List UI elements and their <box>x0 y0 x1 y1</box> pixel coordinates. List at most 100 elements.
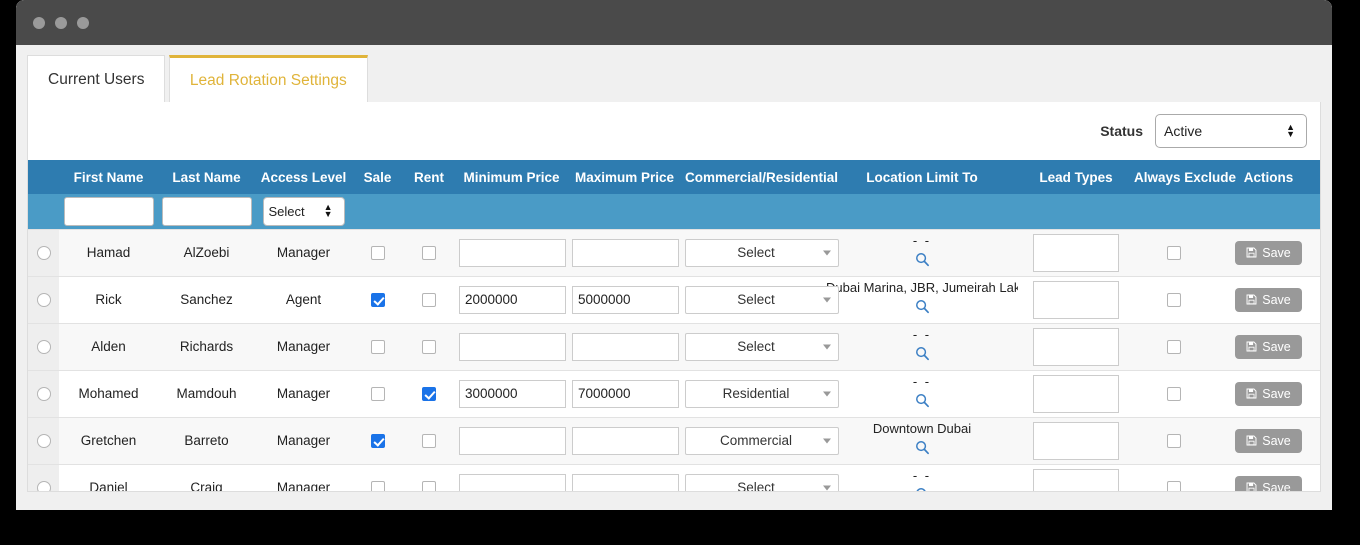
minimum-price-input[interactable] <box>459 332 566 361</box>
save-button[interactable]: Save <box>1235 334 1302 359</box>
cell-maximum-price <box>568 463 681 491</box>
row-select-radio[interactable] <box>36 293 51 308</box>
lead-types-input[interactable] <box>1033 421 1119 460</box>
status-label: Status <box>1100 123 1143 139</box>
row-select-radio[interactable] <box>36 434 51 449</box>
always-exclude-checkbox[interactable] <box>1166 246 1181 261</box>
minimum-price-input[interactable] <box>459 473 566 491</box>
location-limit-text: - - <box>912 468 932 484</box>
save-button[interactable]: Save <box>1235 475 1302 491</box>
commercial-residential-select[interactable]: Select <box>685 238 839 267</box>
cell-row-select <box>28 369 59 418</box>
first-name-text: Hamad <box>86 245 131 260</box>
sale-checkbox[interactable] <box>370 340 385 355</box>
minimize-dot[interactable] <box>55 16 67 29</box>
row-select-radio[interactable] <box>36 481 51 491</box>
cell-actions: Save <box>1217 416 1320 465</box>
lead-types-input[interactable] <box>1033 374 1119 413</box>
commercial-residential-wrap: Select <box>685 285 839 314</box>
location-search-button[interactable] <box>915 297 930 314</box>
lead-types-input[interactable] <box>1033 280 1119 319</box>
commercial-residential-wrap: Commercial <box>685 426 839 455</box>
location-search-button[interactable] <box>915 438 930 455</box>
table-row: Rick Sanchez Agent SelectDubai Marina, JBR,… <box>28 275 1320 324</box>
sale-checkbox[interactable] <box>370 293 385 308</box>
last-name-text: Richards <box>179 339 234 354</box>
filter-last-name-input[interactable] <box>162 196 252 226</box>
always-exclude-checkbox[interactable] <box>1166 387 1181 402</box>
page-body: Current Users Lead Rotation Settings Sta… <box>16 45 1332 510</box>
location-search-button[interactable] <box>915 344 930 361</box>
filter-cell-rent <box>403 194 455 229</box>
maximum-price-input[interactable] <box>572 285 679 314</box>
maximum-price-input[interactable] <box>572 379 679 408</box>
minimum-price-input[interactable] <box>459 238 566 267</box>
tab-current-users[interactable]: Current Users <box>27 55 166 102</box>
row-select-radio[interactable] <box>36 387 51 402</box>
location-limit-text: - - <box>912 374 932 390</box>
lead-types-input[interactable] <box>1033 468 1119 491</box>
location-search-button[interactable] <box>915 485 930 491</box>
rent-checkbox[interactable] <box>422 293 436 308</box>
close-dot[interactable] <box>33 16 45 29</box>
always-exclude-checkbox[interactable] <box>1166 481 1181 491</box>
filter-cell-minimum-price <box>455 194 568 229</box>
minimum-price-input[interactable] <box>459 285 566 314</box>
sale-checkbox[interactable] <box>370 246 385 261</box>
location-search-button[interactable] <box>915 250 930 267</box>
maximum-price-input[interactable] <box>572 473 679 491</box>
commercial-residential-select[interactable]: Commercial <box>685 426 839 455</box>
save-button-label: Save <box>1262 339 1291 354</box>
cell-location-limit-to: - - <box>822 228 1022 277</box>
rent-checkbox[interactable] <box>422 340 436 355</box>
cell-last-name: Richards <box>158 322 255 371</box>
rent-checkbox[interactable] <box>422 387 436 402</box>
cell-actions: Save <box>1217 369 1320 418</box>
always-exclude-checkbox[interactable] <box>1166 293 1181 308</box>
cell-minimum-price <box>455 416 568 465</box>
table-row: Gretchen Barreto Manager Commercial Downtown… <box>28 416 1320 465</box>
filter-access-level-select[interactable]: Select <box>262 196 345 226</box>
cell-commercial-residential: Commercial <box>681 416 839 465</box>
save-button[interactable]: Save <box>1235 287 1302 312</box>
minimum-price-input[interactable] <box>459 426 566 455</box>
always-exclude-checkbox[interactable] <box>1166 434 1181 449</box>
rent-checkbox[interactable] <box>422 434 436 449</box>
filter-cell-sale <box>352 194 403 229</box>
cell-access-level: Manager <box>255 463 352 491</box>
save-button[interactable]: Save <box>1235 428 1302 453</box>
lead-types-input[interactable] <box>1033 233 1119 272</box>
access-level-text: Manager <box>276 433 331 448</box>
commercial-residential-select[interactable]: Select <box>685 473 839 491</box>
maximum-price-input[interactable] <box>572 426 679 455</box>
cell-always-exclude <box>1130 228 1217 277</box>
sale-checkbox[interactable] <box>370 481 385 491</box>
row-select-radio[interactable] <box>36 246 51 261</box>
maximum-price-input[interactable] <box>572 238 679 267</box>
cell-lead-types <box>1022 228 1130 277</box>
rent-checkbox[interactable] <box>422 481 436 491</box>
cell-maximum-price <box>568 322 681 371</box>
minimum-price-input[interactable] <box>459 379 566 408</box>
status-select[interactable]: Active <box>1155 114 1307 148</box>
rent-checkbox[interactable] <box>422 246 436 261</box>
maximum-price-input[interactable] <box>572 332 679 361</box>
maximize-dot[interactable] <box>77 16 89 29</box>
save-button[interactable]: Save <box>1235 381 1302 406</box>
sale-checkbox[interactable] <box>370 434 385 449</box>
location-search-button[interactable] <box>915 391 930 408</box>
row-select-radio[interactable] <box>36 340 51 355</box>
tab-lead-rotation-settings[interactable]: Lead Rotation Settings <box>168 55 368 102</box>
commercial-residential-wrap: Select <box>685 473 839 491</box>
cell-last-name: AlZoebi <box>158 228 255 277</box>
filter-cell-always-exclude <box>1130 194 1217 229</box>
commercial-residential-select[interactable]: Select <box>685 332 839 361</box>
sale-checkbox[interactable] <box>370 387 385 402</box>
commercial-residential-select[interactable]: Select <box>685 285 839 314</box>
filter-first-name-input[interactable] <box>63 196 154 226</box>
commercial-residential-select[interactable]: Residential <box>685 379 839 408</box>
last-name-text: Barreto <box>184 433 229 448</box>
save-button[interactable]: Save <box>1235 240 1302 265</box>
always-exclude-checkbox[interactable] <box>1166 340 1181 355</box>
lead-types-input[interactable] <box>1033 327 1119 366</box>
